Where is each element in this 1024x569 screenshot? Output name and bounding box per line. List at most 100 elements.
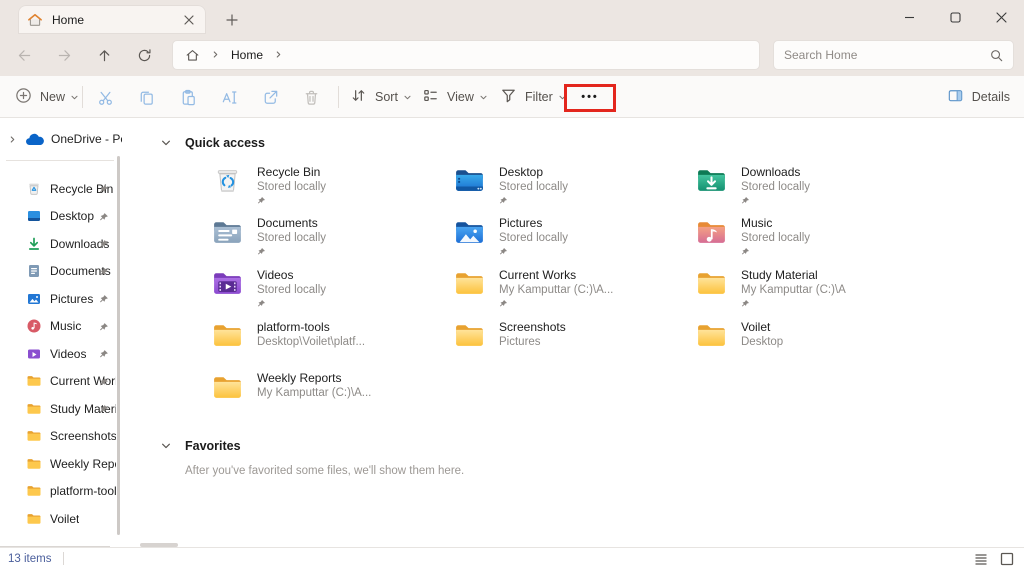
pin-icon [99, 404, 109, 414]
item-label: Weekly Reports [257, 371, 371, 386]
filter-button[interactable]: Filter [499, 83, 567, 111]
sidebar-item-documents[interactable]: Documents [0, 258, 122, 286]
back-icon[interactable] [8, 39, 40, 71]
close-tab-icon[interactable] [181, 12, 197, 28]
chevron-right-icon[interactable] [8, 135, 17, 144]
chevron-down-icon [70, 93, 79, 102]
chevron-down-icon[interactable] [160, 137, 172, 149]
quick-access-item-documents[interactable]: DocumentsStored locally [211, 216, 453, 268]
sidebar-item-label: OneDrive - Pers [51, 132, 122, 146]
pin-icon [99, 377, 109, 387]
refresh-icon[interactable] [128, 39, 160, 71]
folder-icon [695, 267, 728, 300]
sidebar-item-voilet[interactable]: Voilet [0, 505, 122, 533]
item-label: Current Works [499, 268, 613, 283]
quick-access-item-screenshots[interactable]: ScreenshotsPictures [453, 319, 695, 371]
large-icons-view-icon[interactable] [998, 551, 1016, 567]
pictures-icon [26, 291, 42, 307]
details-pane-button[interactable]: Details [946, 83, 1010, 111]
details-view-icon[interactable] [972, 551, 990, 567]
sidebar-item-desktop[interactable]: Desktop [0, 203, 122, 231]
maximize-icon[interactable] [932, 0, 978, 34]
quick-access-item-music[interactable]: MusicStored locally [695, 216, 937, 268]
quick-access-item-recycle-bin[interactable]: Recycle BinStored locally [211, 164, 453, 216]
sidebar-item-music[interactable]: Music [0, 313, 122, 341]
item-label: Videos [257, 268, 326, 283]
sidebar-item-study-materi[interactable]: Study Materi [0, 395, 122, 423]
quick-access-item-study-material[interactable]: Study MaterialMy Kamputtar (C:)\A [695, 267, 937, 319]
pin-icon [99, 322, 109, 332]
new-tab-icon[interactable] [222, 10, 242, 30]
folder-icon [211, 371, 244, 404]
quick-access-header[interactable]: Quick access [160, 133, 1024, 153]
quick-access-grid: Recycle BinStored locallyDesktopStored l… [211, 164, 1024, 422]
sidebar-item-current-worl[interactable]: Current Worl [0, 368, 122, 396]
breadcrumb-item[interactable]: Home [231, 48, 263, 62]
forward-icon[interactable] [48, 39, 80, 71]
search-icon [990, 49, 1003, 62]
view-button[interactable]: View [421, 83, 488, 111]
documents-icon [211, 216, 244, 249]
chevron-right-icon[interactable] [274, 48, 283, 62]
quick-access-item-pictures[interactable]: PicturesStored locally [453, 216, 695, 268]
more-options-button[interactable]: ••• [567, 85, 613, 109]
delete-icon[interactable] [292, 83, 330, 111]
toolbar-separator [338, 86, 339, 108]
titlebar: Home Home [0, 0, 1024, 76]
recycle-bin-icon [211, 164, 244, 197]
chevron-down-icon [479, 93, 488, 102]
tab-home[interactable]: Home [18, 5, 206, 34]
item-sublabel: Stored locally [257, 180, 326, 194]
breadcrumb-home-icon[interactable] [185, 48, 200, 63]
favorites-header[interactable]: Favorites [160, 436, 1024, 456]
desktop-icon [453, 164, 486, 197]
sort-button[interactable]: Sort [349, 83, 412, 111]
search-input[interactable] [784, 48, 990, 62]
new-button[interactable]: New [14, 83, 79, 111]
item-label: Study Material [741, 268, 846, 283]
cut-icon[interactable] [86, 83, 124, 111]
folder-icon [453, 267, 486, 300]
address-bar[interactable]: Home [172, 40, 760, 70]
quick-access-item-voilet[interactable]: VoiletDesktop [695, 319, 937, 371]
item-label: Downloads [741, 165, 810, 180]
sidebar-item-label: Weekly Reports [50, 457, 116, 471]
item-sublabel: My Kamputtar (C:)\A [741, 283, 846, 297]
chevron-down-icon [403, 93, 412, 102]
sidebar-item-platform-tools[interactable]: platform-tools [0, 478, 122, 506]
filter-icon [499, 86, 518, 108]
quick-access-item-platform-tools[interactable]: platform-toolsDesktop\Voilet\platf... [211, 319, 453, 371]
folder-icon [453, 319, 486, 352]
navigation-pane: OneDrive - Pers Recycle BinDesktopDownlo… [0, 118, 122, 547]
quick-access-item-current-works[interactable]: Current WorksMy Kamputtar (C:)\A... [453, 267, 695, 319]
quick-access-item-weekly-reports[interactable]: Weekly ReportsMy Kamputtar (C:)\A... [211, 371, 453, 423]
folder-icon [695, 319, 728, 352]
sidebar-item-weekly-reports[interactable]: Weekly Reports [0, 450, 122, 478]
minimize-icon[interactable] [886, 0, 932, 34]
copy-icon[interactable] [127, 83, 165, 111]
home-icon [27, 12, 43, 28]
sidebar-item-recycle-bin[interactable]: Recycle Bin [0, 175, 122, 203]
sidebar-item-videos[interactable]: Videos [0, 340, 122, 368]
up-icon[interactable] [88, 39, 120, 71]
sidebar-item-downloads[interactable]: Downloads [0, 230, 122, 258]
rename-icon[interactable] [210, 83, 248, 111]
sidebar-item-onedrive[interactable]: OneDrive - Pers [0, 126, 122, 152]
item-label: Recycle Bin [257, 165, 326, 180]
quick-access-item-videos[interactable]: VideosStored locally [211, 267, 453, 319]
close-window-icon[interactable] [978, 0, 1024, 34]
paste-icon[interactable] [169, 83, 207, 111]
quick-access-item-downloads[interactable]: DownloadsStored locally [695, 164, 937, 216]
chevron-down-icon[interactable] [160, 440, 172, 452]
sidebar-item-screenshots[interactable]: Screenshots [0, 423, 122, 451]
details-pane-icon [946, 86, 972, 108]
filter-label: Filter [525, 90, 553, 104]
item-label: Voilet [741, 320, 783, 335]
sidebar-vertical-scrollbar[interactable] [117, 156, 120, 535]
item-label: Documents [257, 216, 326, 231]
share-icon[interactable] [251, 83, 289, 111]
sidebar-item-pictures[interactable]: Pictures [0, 285, 122, 313]
quick-access-item-desktop[interactable]: DesktopStored locally [453, 164, 695, 216]
content-area: Quick access Recycle BinStored locallyDe… [122, 118, 1024, 547]
sidebar-item-label: Pictures [50, 292, 93, 306]
